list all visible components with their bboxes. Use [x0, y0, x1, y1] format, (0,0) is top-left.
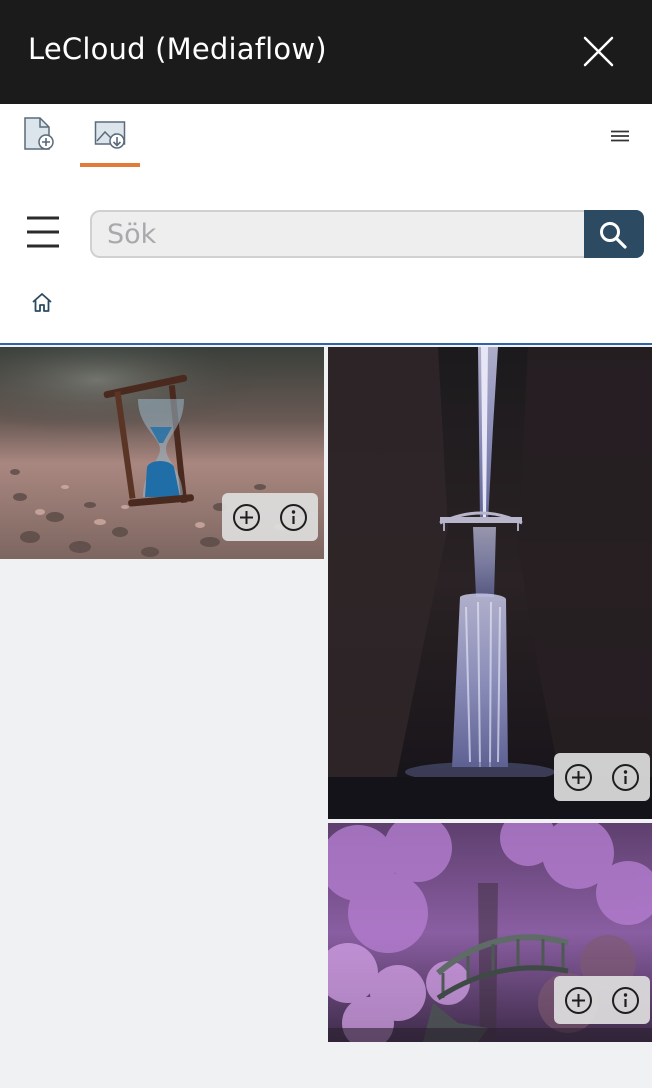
document-add-icon[interactable] — [22, 116, 56, 152]
tile-actions — [554, 976, 650, 1024]
tile-actions — [222, 493, 318, 541]
info-icon[interactable] — [279, 503, 308, 532]
search-button[interactable] — [584, 210, 644, 258]
add-icon[interactable] — [564, 986, 593, 1015]
menu-lines-icon[interactable] — [608, 126, 632, 146]
title-bar: LeCloud (Mediaflow) — [0, 0, 652, 104]
hamburger-icon[interactable] — [26, 216, 60, 248]
search-input[interactable] — [90, 210, 586, 258]
active-tab-indicator — [80, 163, 140, 167]
content-divider — [0, 343, 652, 345]
close-icon[interactable] — [580, 33, 617, 70]
image-download-icon[interactable] — [94, 120, 128, 150]
home-icon[interactable] — [30, 291, 54, 315]
search-icon — [600, 222, 627, 249]
info-icon[interactable] — [611, 763, 640, 792]
tile-actions — [554, 753, 650, 801]
info-icon[interactable] — [611, 986, 640, 1015]
waterfall-photo — [328, 347, 652, 819]
media-tile-hourglass[interactable] — [0, 347, 324, 559]
media-tile-garden[interactable] — [328, 823, 652, 1042]
add-icon[interactable] — [564, 763, 593, 792]
add-icon[interactable] — [232, 503, 261, 532]
media-tile-waterfall[interactable] — [328, 347, 652, 819]
app-title: LeCloud (Mediaflow) — [28, 32, 327, 66]
